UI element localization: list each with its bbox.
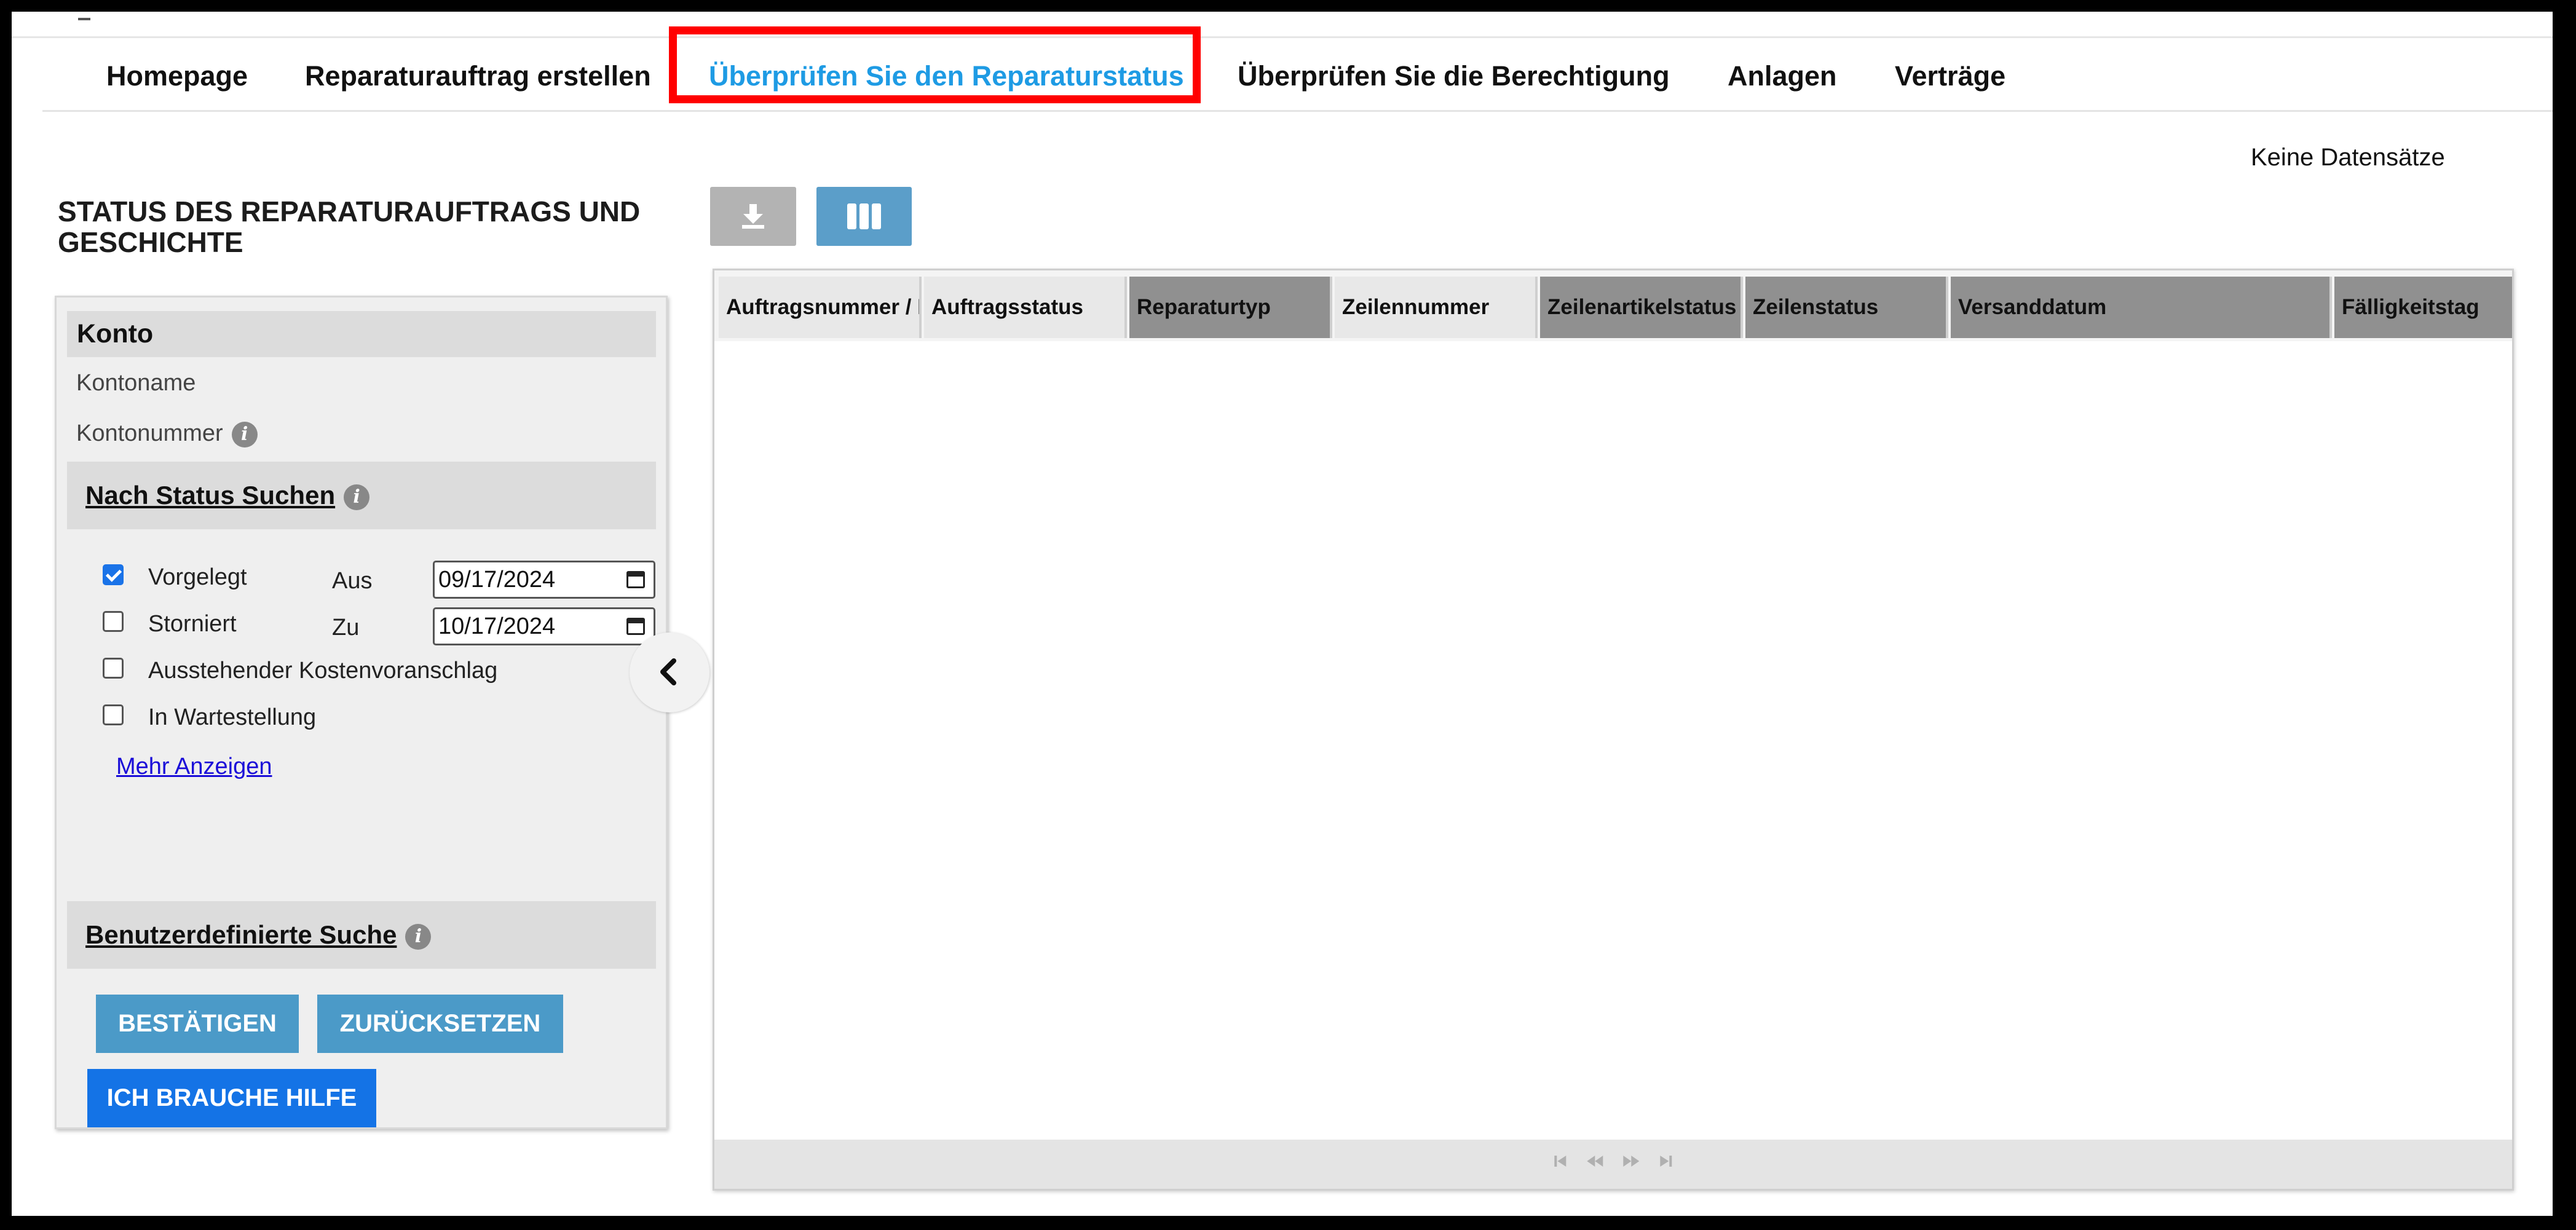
repair-orders-grid: Auftragsnummer / I Auftragsstatus Repara… <box>713 269 2514 1191</box>
nav-contracts[interactable]: Verträge <box>1895 42 2005 110</box>
status-option-label: In Wartestellung <box>148 704 317 730</box>
show-more-link[interactable]: Mehr Anzeigen <box>116 754 272 780</box>
grid-pager <box>714 1140 2512 1189</box>
custom-search-heading[interactable]: Benutzerdefinierte Suche <box>85 920 397 949</box>
checkbox-on-hold[interactable] <box>103 704 124 725</box>
date-from-input[interactable]: 09/17/2024 <box>433 561 655 599</box>
help-button[interactable]: ICH BRAUCHE HILFE <box>87 1069 376 1127</box>
account-number-row: Kontonummer i <box>76 420 258 447</box>
custom-search-section-header: Benutzerdefinierte Suche i <box>67 901 656 969</box>
status-option-label: Ausstehender Kostenvoranschlag <box>148 658 498 684</box>
calendar-icon[interactable] <box>626 571 645 588</box>
status-option-on-hold[interactable]: In Wartestellung <box>103 702 316 733</box>
previous-page-icon[interactable] <box>1586 1153 1605 1169</box>
pager-controls <box>1545 1153 1681 1169</box>
status-option-submitted[interactable]: Vorgelegt <box>103 562 247 593</box>
columns-button[interactable] <box>816 187 912 246</box>
info-icon[interactable]: i <box>405 923 432 950</box>
reset-button[interactable]: ZURÜCKSETZEN <box>317 995 563 1053</box>
download-button[interactable] <box>710 187 796 246</box>
checkbox-cancelled[interactable] <box>103 610 124 632</box>
nav-check-eligibility[interactable]: Überprüfen Sie die Berechtigung <box>1238 42 1670 110</box>
status-option-label: Vorgelegt <box>148 564 247 590</box>
status-search-section-header: Nach Status Suchen i <box>67 462 656 529</box>
collapse-panel-button[interactable] <box>630 633 709 712</box>
info-icon[interactable]: i <box>231 421 258 447</box>
account-name-label: Kontoname <box>76 370 196 396</box>
column-header-order-status[interactable]: Auftragsstatus <box>924 277 1127 338</box>
date-to-value: 10/17/2024 <box>438 613 556 639</box>
info-icon[interactable]: i <box>344 484 370 510</box>
status-search-heading[interactable]: Nach Status Suchen <box>85 481 335 510</box>
top-divider <box>12 36 2553 38</box>
nav-homepage[interactable]: Homepage <box>106 42 248 110</box>
status-option-label: Storniert <box>148 611 237 637</box>
status-option-cancelled[interactable]: Storniert <box>103 609 237 639</box>
main-navigation: Homepage Reparaturauftrag erstellen Über… <box>42 42 2553 112</box>
download-icon <box>742 204 764 229</box>
column-header-repair-type[interactable]: Reparaturtyp <box>1129 277 1332 338</box>
account-number-label: Kontonummer <box>76 420 223 446</box>
date-to-input[interactable]: 10/17/2024 <box>433 607 655 645</box>
calendar-icon[interactable] <box>626 618 645 635</box>
date-to-label: Zu <box>332 615 360 641</box>
status-option-pending-quote[interactable]: Ausstehender Kostenvoranschlag <box>103 655 497 686</box>
app-screen: Homepage Reparaturauftrag erstellen Über… <box>12 12 2553 1216</box>
nav-create-repair-order[interactable]: Reparaturauftrag erstellen <box>305 42 651 110</box>
next-page-icon[interactable] <box>1622 1153 1640 1169</box>
nav-check-repair-status[interactable]: Überprüfen Sie den Reparaturstatus <box>709 42 1184 110</box>
date-from-label: Aus <box>332 568 373 594</box>
column-header-due-date[interactable]: Fälligkeitstag <box>2334 277 2512 338</box>
top-cropped-icon <box>78 12 90 20</box>
column-header-line-item-status[interactable]: Zeilenartikelstatus <box>1540 277 1743 338</box>
last-page-icon[interactable] <box>1658 1153 1674 1169</box>
search-panel: Konto Kontoname Kontonummer i Nach Status… <box>55 296 668 1129</box>
confirm-button[interactable]: BESTÄTIGEN <box>96 995 299 1053</box>
page-title: STATUS DES REPARATURAUFTRAGS UND GESCHIC… <box>58 195 641 258</box>
column-header-line-status[interactable]: Zeilenstatus <box>1745 277 1948 338</box>
date-from-value: 09/17/2024 <box>438 567 556 593</box>
column-header-line-number[interactable]: Zeilennummer <box>1335 277 1538 338</box>
column-header-ship-date[interactable]: Versanddatum <box>1951 277 2332 338</box>
checkbox-submitted[interactable] <box>103 564 124 585</box>
chevron-left-icon <box>660 658 676 685</box>
grid-header: Auftragsnummer / I Auftragsstatus Repara… <box>714 270 2512 341</box>
column-header-order-number[interactable]: Auftragsnummer / I <box>719 277 922 338</box>
record-count: Keine Datensätze <box>2251 144 2445 171</box>
nav-assets[interactable]: Anlagen <box>1728 42 1837 110</box>
account-section-header: Konto <box>67 311 656 357</box>
columns-icon <box>847 203 881 229</box>
first-page-icon[interactable] <box>1552 1153 1568 1169</box>
checkbox-pending-quote[interactable] <box>103 657 124 679</box>
